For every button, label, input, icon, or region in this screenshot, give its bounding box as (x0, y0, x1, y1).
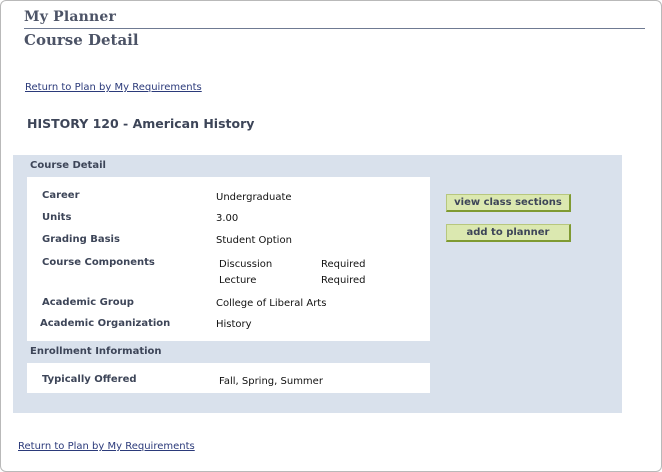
grading-basis-label: Grading Basis (42, 234, 120, 245)
component-name: Discussion (219, 259, 273, 270)
academic-group-value: College of Liberal Arts (216, 298, 327, 309)
course-heading: HISTORY 120 - American History (27, 116, 255, 131)
course-components-label: Course Components (42, 257, 155, 268)
academic-group-label: Academic Group (42, 297, 134, 308)
units-value: 3.00 (216, 213, 239, 224)
typically-offered-label: Typically Offered (42, 374, 137, 385)
component-name: Lecture (219, 275, 257, 286)
title-divider (24, 28, 645, 29)
academic-organization-label: Academic Organization (40, 318, 171, 329)
units-label: Units (42, 212, 72, 223)
return-to-plan-link-bottom[interactable]: Return to Plan by My Requirements (18, 441, 195, 452)
career-label: Career (42, 190, 80, 201)
typically-offered-value: Fall, Spring, Summer (219, 376, 323, 387)
enrollment-section-label: Enrollment Information (30, 346, 162, 357)
grading-basis-value: Student Option (216, 235, 292, 246)
return-to-plan-link-top[interactable]: Return to Plan by My Requirements (25, 82, 202, 93)
career-value: Undergraduate (216, 192, 292, 203)
page-title: Course Detail (24, 31, 139, 49)
component-status: Required (321, 259, 366, 270)
course-detail-section-label: Course Detail (30, 160, 106, 171)
component-status: Required (321, 275, 366, 286)
app-title: My Planner (24, 9, 117, 25)
academic-organization-value: History (216, 319, 252, 330)
add-to-planner-button[interactable]: add to planner (446, 224, 571, 242)
view-class-sections-button[interactable]: view class sections (446, 194, 571, 212)
